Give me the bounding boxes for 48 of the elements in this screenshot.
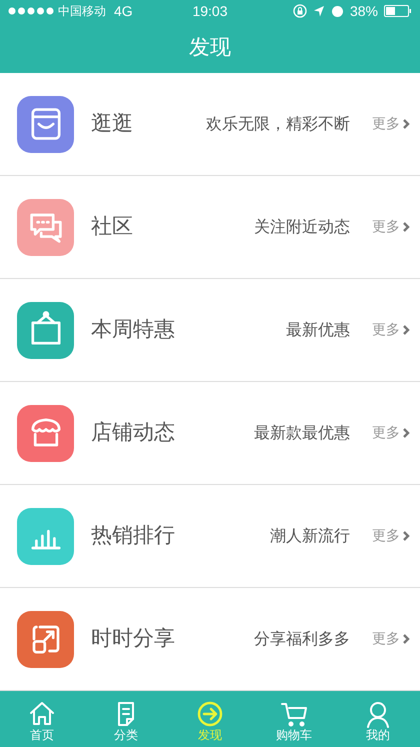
clock-time: 19:03	[191, 2, 229, 20]
tab-item[interactable]: 购物车	[252, 696, 336, 742]
list-row[interactable]: 热销排行 潮人新流行 更多	[0, 485, 420, 588]
row-title: 逛逛	[91, 110, 133, 138]
more-link[interactable]: 更多	[372, 114, 410, 134]
location-arrow-icon	[312, 5, 325, 17]
lock-icon	[292, 4, 307, 18]
list-row[interactable]: 社区 关注附近动态 更多	[0, 176, 420, 279]
page-title: 发现	[189, 34, 231, 61]
battery-percent: 38%	[350, 2, 378, 20]
more-link[interactable]: 更多	[372, 526, 410, 546]
tab-item[interactable]: 首页	[0, 696, 84, 742]
row-subtitle: 最新款最优惠	[253, 422, 350, 444]
tab-item[interactable]: 发现	[168, 696, 252, 742]
row-title: 社区	[91, 213, 133, 240]
row-subtitle: 潮人新流行	[269, 525, 350, 547]
list-row[interactable]: 店铺动态 最新款最优惠 更多	[0, 382, 420, 485]
row-subtitle: 欢乐无限，精彩不断	[205, 113, 350, 135]
list-row[interactable]: 本周特惠 最新优惠 更多	[0, 279, 420, 382]
signal-icon	[8, 7, 54, 15]
arrow-circle-icon	[196, 700, 224, 728]
more-link[interactable]: 更多	[372, 422, 410, 444]
chevron-right-icon	[402, 427, 410, 439]
chevron-right-icon	[402, 221, 410, 233]
chevron-right-icon	[402, 118, 410, 130]
home-icon	[28, 700, 56, 728]
chevron-right-icon	[402, 530, 410, 542]
tab-item[interactable]: 分类	[84, 696, 168, 742]
carrier-name: 中国移动	[58, 3, 106, 20]
network-type: 4G	[114, 2, 133, 20]
list-row[interactable]: 逛逛 欢乐无限，精彩不断 更多	[0, 73, 420, 176]
alarm-icon	[330, 4, 344, 18]
row-title: 热销排行	[91, 522, 175, 550]
chevron-right-icon	[402, 324, 410, 336]
row-title: 店铺动态	[91, 419, 175, 446]
person-icon	[364, 700, 392, 728]
battery-icon	[384, 5, 412, 17]
more-link[interactable]: 更多	[372, 216, 410, 238]
row-subtitle: 最新优惠	[285, 319, 350, 341]
row-subtitle: 分享福利多多	[253, 628, 350, 650]
tab-item[interactable]: 我的	[336, 696, 420, 742]
more-link[interactable]: 更多	[372, 628, 410, 650]
cart-icon	[280, 700, 308, 728]
row-title: 本周特惠	[91, 316, 175, 344]
row-title: 时时分享	[91, 625, 175, 652]
row-subtitle: 关注附近动态	[253, 216, 350, 238]
chevron-right-icon	[402, 633, 410, 645]
more-link[interactable]: 更多	[372, 320, 410, 340]
